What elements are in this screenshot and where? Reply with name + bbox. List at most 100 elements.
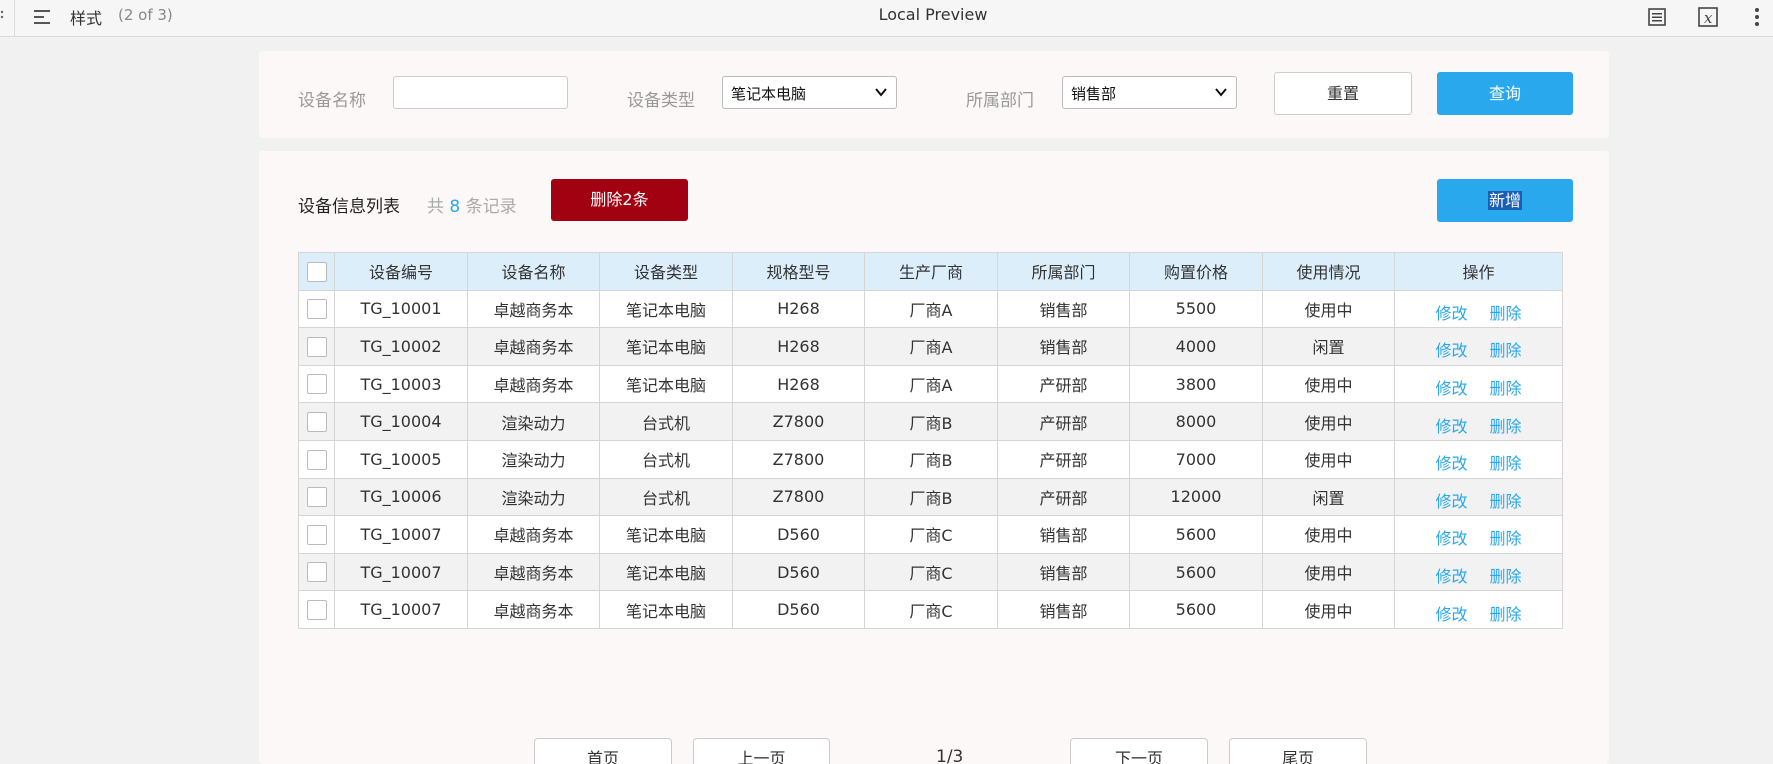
table-cell: 销售部 [997, 590, 1130, 629]
record-count-prefix: 共 [427, 197, 444, 217]
device-type-select[interactable]: 笔记本电脑 [722, 76, 897, 109]
table-header-row: 设备编号 设备名称 设备类型 规格型号 生产厂商 所属部门 购置价格 使用情况 … [298, 252, 1563, 291]
actions-cell: 修改 删除 [1394, 590, 1563, 629]
top-bar: 样式 (2 of 3) Local Preview x [0, 0, 1773, 37]
table-cell: 厂商A [864, 364, 998, 404]
table-cell: 使用中 [1262, 289, 1395, 329]
edit-link[interactable]: 修改 [1435, 605, 1467, 624]
table-cell: 台式机 [599, 402, 733, 441]
table-cell: 卓越商务本 [467, 289, 600, 329]
row-select-cell [298, 402, 335, 441]
device-name-input[interactable] [393, 76, 568, 109]
last-page-button[interactable]: 尾页 [1229, 738, 1367, 764]
table-cell: D560 [732, 552, 865, 592]
table-cell: 笔记本电脑 [599, 327, 733, 366]
edit-link[interactable]: 修改 [1435, 454, 1467, 473]
edit-link[interactable]: 修改 [1435, 492, 1467, 511]
app-title: Local Preview [878, 5, 988, 24]
delete-link[interactable]: 删除 [1490, 417, 1522, 436]
page-indicator: 1/3 [936, 747, 964, 764]
row-checkbox[interactable] [306, 449, 327, 470]
table-row: TG_10002 卓越商务本 笔记本电脑 H268 厂商A 销售部 4000 闲置 修改 删除 [298, 327, 1563, 366]
table-row: TG_10007 卓越商务本 笔记本电脑 D560 厂商C 销售部 5600 使用中 修改 删除 [298, 552, 1563, 592]
table-cell: 4000 [1129, 327, 1263, 366]
table-row: TG_10003 卓越商务本 笔记本电脑 H268 厂商A 产研部 3800 使用中 修改 删除 [298, 364, 1563, 404]
edit-link[interactable]: 修改 [1435, 567, 1467, 586]
table-cell: 使用中 [1262, 590, 1395, 629]
device-table: 设备编号 设备名称 设备类型 规格型号 生产厂商 所属部门 购置价格 使用情况 … [298, 252, 1563, 629]
row-select-cell [298, 289, 335, 329]
actions-cell: 修改 删除 [1394, 289, 1563, 329]
table-cell: 厂商B [864, 402, 998, 441]
chevron-down-icon [875, 88, 887, 97]
edit-link[interactable]: 修改 [1435, 341, 1467, 360]
table-cell: 5600 [1129, 552, 1263, 592]
first-page-button[interactable]: 首页 [534, 738, 672, 764]
table-cell: TG_10005 [334, 439, 468, 479]
table-cell: 渲染动力 [467, 402, 600, 441]
department-label: 所属部门 [966, 91, 1034, 111]
column-header: 购置价格 [1129, 252, 1263, 291]
select-all-checkbox[interactable] [306, 261, 327, 282]
next-page-button[interactable]: 下一页 [1070, 738, 1208, 764]
row-checkbox[interactable] [306, 336, 327, 357]
more-options-icon[interactable] [1748, 5, 1766, 29]
table-cell: 使用中 [1262, 515, 1395, 554]
delete-link[interactable]: 删除 [1490, 492, 1522, 511]
column-header: 生产厂商 [864, 252, 998, 291]
actions-cell: 修改 删除 [1394, 439, 1563, 479]
reset-button[interactable]: 重置 [1274, 72, 1412, 115]
delete-link[interactable]: 删除 [1490, 567, 1522, 586]
actions-cell: 修改 删除 [1394, 327, 1563, 366]
table-cell: TG_10007 [334, 515, 468, 554]
table-cell: 销售部 [997, 327, 1130, 366]
table-cell: 5600 [1129, 515, 1263, 554]
table-cell: Z7800 [732, 439, 865, 479]
delete-link[interactable]: 删除 [1490, 605, 1522, 624]
table-cell: 产研部 [997, 402, 1130, 441]
actions-cell: 修改 删除 [1394, 364, 1563, 404]
table-cell: 厂商B [864, 477, 998, 517]
table-cell: 卓越商务本 [467, 590, 600, 629]
table-cell: Z7800 [732, 477, 865, 517]
row-checkbox[interactable] [306, 599, 327, 620]
column-header: 设备编号 [334, 252, 468, 291]
device-name-label: 设备名称 [298, 91, 366, 111]
chevron-down-icon [1215, 88, 1227, 97]
table-cell: 产研部 [997, 477, 1130, 517]
edit-link[interactable]: 修改 [1435, 529, 1467, 548]
table-row: TG_10004 渲染动力 台式机 Z7800 厂商B 产研部 8000 使用中 修改 删除 [298, 402, 1563, 441]
row-checkbox[interactable] [306, 299, 327, 320]
row-checkbox[interactable] [306, 374, 327, 395]
delete-link[interactable]: 删除 [1490, 304, 1522, 323]
row-checkbox[interactable] [306, 411, 327, 432]
edit-link[interactable]: 修改 [1435, 417, 1467, 436]
actions-cell: 修改 删除 [1394, 515, 1563, 554]
delete-link[interactable]: 删除 [1490, 529, 1522, 548]
row-checkbox[interactable] [306, 562, 327, 583]
department-select[interactable]: 销售部 [1062, 76, 1237, 109]
add-button[interactable]: 新增 [1437, 179, 1573, 222]
table-cell: 卓越商务本 [467, 552, 600, 592]
edit-link[interactable]: 修改 [1435, 379, 1467, 398]
row-checkbox[interactable] [306, 487, 327, 508]
add-button-label: 新增 [1487, 191, 1522, 210]
row-checkbox[interactable] [306, 524, 327, 545]
bulk-delete-button[interactable]: 删除2条 [551, 179, 688, 221]
delete-link[interactable]: 删除 [1490, 379, 1522, 398]
column-header: 使用情况 [1262, 252, 1395, 291]
table-cell: 卓越商务本 [467, 364, 600, 404]
table-cell: 产研部 [997, 364, 1130, 404]
formula-icon[interactable]: x [1696, 5, 1720, 29]
table-cell: TG_10003 [334, 364, 468, 404]
edit-link[interactable]: 修改 [1435, 304, 1467, 323]
delete-link[interactable]: 删除 [1490, 341, 1522, 360]
query-button[interactable]: 查询 [1437, 72, 1573, 115]
table-row: TG_10006 渲染动力 台式机 Z7800 厂商B 产研部 12000 闲置 修改 删除 [298, 477, 1563, 517]
row-select-cell [298, 439, 335, 479]
table-cell: 使用中 [1262, 402, 1395, 441]
notes-icon[interactable] [1645, 5, 1669, 29]
table-cell: 销售部 [997, 552, 1130, 592]
delete-link[interactable]: 删除 [1490, 454, 1522, 473]
prev-page-button[interactable]: 上一页 [693, 738, 830, 764]
